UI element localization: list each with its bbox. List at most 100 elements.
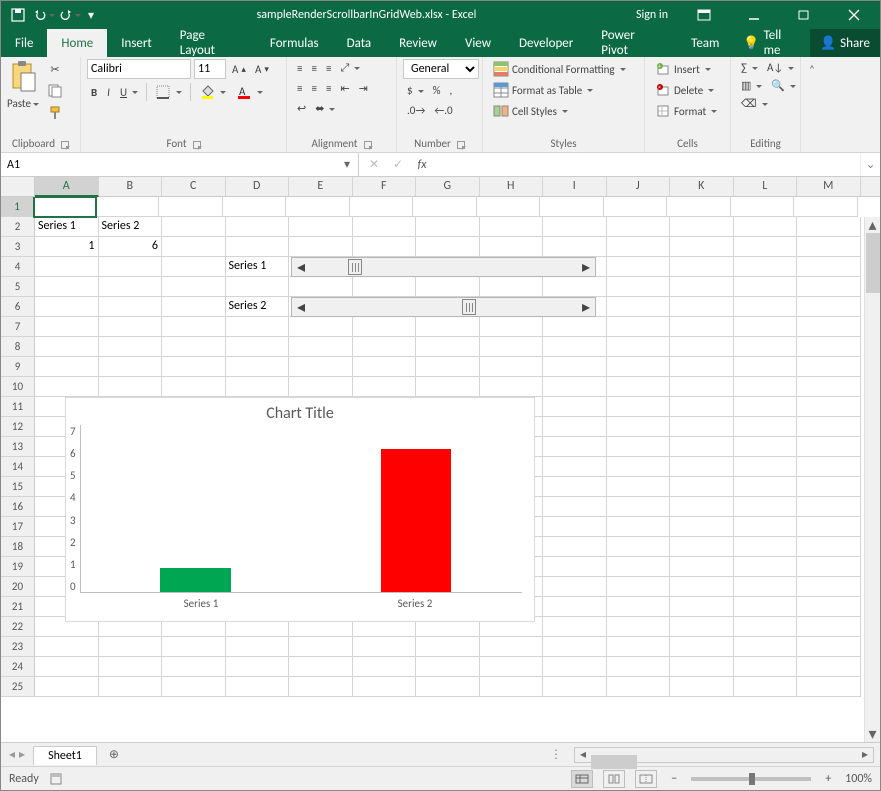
cell-L9[interactable] <box>734 357 798 377</box>
cell-M11[interactable] <box>797 397 861 417</box>
cell-M10[interactable] <box>797 377 861 397</box>
cell-I8[interactable] <box>543 337 607 357</box>
scrollbar1-left-arrow[interactable]: ◂ <box>292 258 310 276</box>
wrap-text-button[interactable]: ↩ <box>293 100 310 117</box>
align-right-button[interactable]: ≡ <box>322 80 335 97</box>
accounting-format-button[interactable]: $ <box>403 82 428 99</box>
cell-L14[interactable] <box>734 457 798 477</box>
cell-K10[interactable] <box>670 377 734 397</box>
scrollbar2-track[interactable] <box>310 298 577 316</box>
cell-D3[interactable] <box>226 237 290 257</box>
cell-D8[interactable] <box>226 337 290 357</box>
hscroll-thumb[interactable] <box>591 755 637 769</box>
new-sheet-button[interactable]: ⊕ <box>103 744 125 766</box>
cell-J16[interactable] <box>607 497 671 517</box>
cell-D24[interactable] <box>226 657 290 677</box>
cell-K23[interactable] <box>670 637 734 657</box>
cell-C10[interactable] <box>162 377 226 397</box>
cell-E5[interactable] <box>289 277 353 297</box>
view-normal-button[interactable] <box>571 770 593 788</box>
cell-I25[interactable] <box>543 677 607 697</box>
cell-K18[interactable] <box>670 537 734 557</box>
cell-L23[interactable] <box>734 637 798 657</box>
cell-C1[interactable] <box>159 197 223 217</box>
cell-F1[interactable] <box>350 197 414 217</box>
copy-button[interactable] <box>43 81 67 101</box>
cell-L17[interactable] <box>734 517 798 537</box>
clear-button[interactable]: ⌫ <box>737 95 772 112</box>
zoom-slider[interactable] <box>691 777 811 781</box>
cell-B3[interactable]: 6 <box>99 237 163 257</box>
cell-G1[interactable] <box>413 197 477 217</box>
undo-button[interactable] <box>33 4 55 26</box>
cell-B23[interactable] <box>99 637 163 657</box>
redo-button[interactable] <box>59 4 81 26</box>
cell-J23[interactable] <box>607 637 671 657</box>
cell-A10[interactable] <box>35 377 99 397</box>
vscroll-down-arrow[interactable]: ▾ <box>865 726 880 742</box>
cell-J18[interactable] <box>607 537 671 557</box>
align-center-button[interactable]: ≡ <box>307 80 320 97</box>
sheet-nav-next[interactable]: ▸ <box>19 747 25 762</box>
cell-E2[interactable] <box>289 217 353 237</box>
cell-G2[interactable] <box>416 217 480 237</box>
cell-I19[interactable] <box>543 557 607 577</box>
cell-J15[interactable] <box>607 477 671 497</box>
row-header[interactable]: 3 <box>1 237 35 257</box>
autosum-button[interactable]: ∑ <box>737 59 762 76</box>
col-header-H[interactable]: H <box>480 177 544 196</box>
tab-formulas[interactable]: Formulas <box>256 29 333 57</box>
cell-G9[interactable] <box>416 357 480 377</box>
cell-L8[interactable] <box>734 337 798 357</box>
cell-A4[interactable] <box>35 257 99 277</box>
cell-K7[interactable] <box>670 317 734 337</box>
cell-L7[interactable] <box>734 317 798 337</box>
sheet-nav-prev[interactable]: ◂ <box>9 747 15 762</box>
vscroll-thumb[interactable] <box>866 233 880 293</box>
tell-me[interactable]: 💡Tell me <box>733 29 810 57</box>
col-header-M[interactable]: M <box>797 177 861 196</box>
cell-A23[interactable] <box>35 637 99 657</box>
row-header[interactable]: 2 <box>1 217 35 237</box>
cell-D25[interactable] <box>226 677 290 697</box>
cell-B6[interactable] <box>99 297 163 317</box>
format-cells-button[interactable]: Format <box>651 101 721 121</box>
vscroll-up-arrow[interactable]: ▴ <box>865 217 880 233</box>
row-header[interactable]: 16 <box>1 497 35 517</box>
cell-C24[interactable] <box>162 657 226 677</box>
cell-K9[interactable] <box>670 357 734 377</box>
align-left-button[interactable]: ≡ <box>293 80 306 97</box>
cell-E7[interactable] <box>289 317 353 337</box>
cell-H9[interactable] <box>480 357 544 377</box>
tab-page-layout[interactable]: Page Layout <box>166 29 256 57</box>
row-header[interactable]: 19 <box>1 557 35 577</box>
cell-K2[interactable] <box>670 217 734 237</box>
increase-indent-button[interactable]: ⇥ <box>355 80 372 97</box>
row-header[interactable]: 12 <box>1 417 35 437</box>
cell-D1[interactable] <box>223 197 287 217</box>
clipboard-dialog-launcher[interactable] <box>61 141 69 149</box>
cell-M19[interactable] <box>797 557 861 577</box>
cell-A3[interactable]: 1 <box>35 237 99 257</box>
cell-K17[interactable] <box>670 517 734 537</box>
share-button[interactable]: 👤Share <box>810 29 880 57</box>
conditional-formatting-button[interactable]: Conditional Formatting <box>489 59 630 79</box>
cell-G23[interactable] <box>416 637 480 657</box>
cell-I14[interactable] <box>543 457 607 477</box>
cell-D2[interactable] <box>226 217 290 237</box>
cell-L4[interactable] <box>734 257 798 277</box>
cell-L1[interactable] <box>731 197 795 217</box>
scrollbar2-right-arrow[interactable]: ▸ <box>577 298 595 316</box>
scrollbar-series2[interactable]: ◂ ▸ <box>291 297 596 317</box>
cell-L13[interactable] <box>734 437 798 457</box>
italic-button[interactable]: I <box>103 84 114 101</box>
cell-M16[interactable] <box>797 497 861 517</box>
sheet-tab-scroll[interactable]: ⋮ <box>544 747 568 762</box>
close-button[interactable] <box>832 1 876 29</box>
cell-K6[interactable] <box>670 297 734 317</box>
cell-G10[interactable] <box>416 377 480 397</box>
cell-D10[interactable] <box>226 377 290 397</box>
cell-J22[interactable] <box>607 617 671 637</box>
cell-L3[interactable] <box>734 237 798 257</box>
cell-K11[interactable] <box>670 397 734 417</box>
